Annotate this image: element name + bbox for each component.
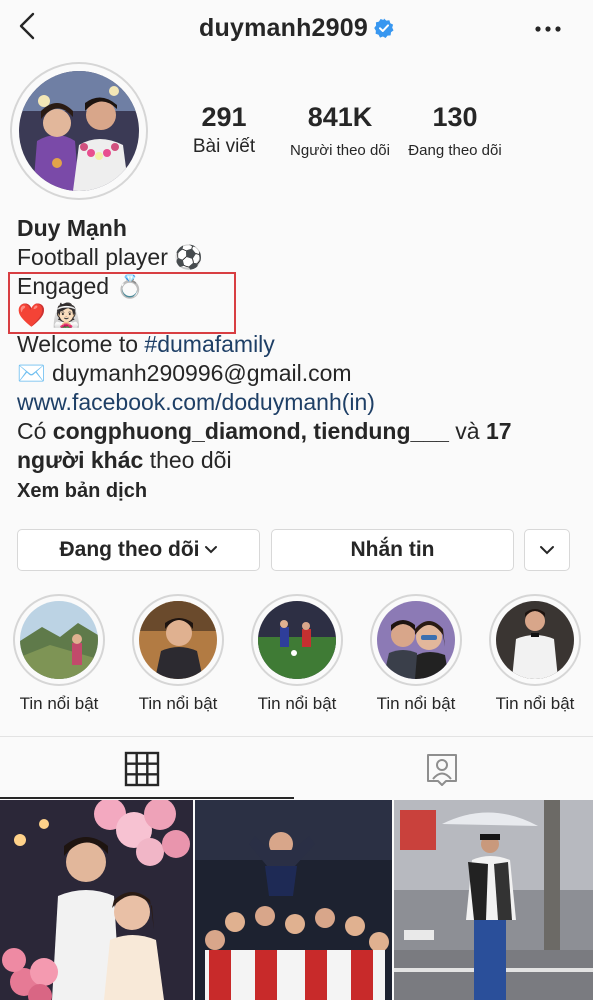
followed-suffix: theo dõi bbox=[143, 447, 232, 473]
profile-bio: Duy Mạnh Football player ⚽ Engaged 💍 ❤️ … bbox=[17, 214, 583, 506]
annotation-box bbox=[8, 272, 236, 334]
followed-count: 17 bbox=[485, 418, 512, 444]
following-count: 130 bbox=[432, 102, 478, 132]
bio-line-football: Football player ⚽ bbox=[17, 243, 583, 272]
tab-grid[interactable] bbox=[124, 751, 160, 792]
message-button[interactable]: Nhắn tin bbox=[271, 529, 514, 571]
bio-line-email: ✉️ duymanh290996@gmail.com bbox=[17, 359, 583, 388]
profile-username-title: duymanh2909 bbox=[0, 14, 593, 45]
highlight-cover bbox=[20, 601, 98, 679]
followed-by-line-1[interactable]: Có congphuong_diamond, tiendung___ và 17 bbox=[17, 417, 583, 446]
more-horizontal-icon bbox=[535, 26, 561, 32]
envelope-icon: ✉️ bbox=[17, 360, 46, 386]
post-thumbnail[interactable] bbox=[195, 800, 392, 1000]
translate-link[interactable]: Xem bản dịch bbox=[17, 477, 583, 506]
display-name: Duy Mạnh bbox=[17, 215, 127, 241]
highlight-label: Tin nổi bật bbox=[376, 694, 456, 713]
post-thumbnail[interactable] bbox=[394, 800, 593, 1000]
welcome-text: Welcome to bbox=[17, 331, 145, 357]
followed-prefix: Có bbox=[17, 418, 53, 444]
highlight-item[interactable]: Tin nổi bật bbox=[12, 594, 106, 714]
highlight-cover bbox=[139, 601, 217, 679]
highlight-ring bbox=[251, 594, 343, 686]
username: duymanh2909 bbox=[199, 14, 368, 42]
post-thumbnail[interactable] bbox=[0, 800, 193, 1000]
active-tab-indicator bbox=[0, 797, 294, 799]
highlight-ring bbox=[370, 594, 462, 686]
tagged-person-icon bbox=[427, 754, 457, 786]
highlight-cover bbox=[258, 601, 336, 679]
stat-posts[interactable]: 291 Bài viết bbox=[182, 102, 266, 160]
following-button-label: Đang theo dõi bbox=[59, 538, 200, 561]
message-button-label: Nhắn tin bbox=[350, 538, 435, 561]
verified-badge-icon bbox=[374, 16, 394, 45]
highlight-item[interactable]: Tin nổi bật bbox=[369, 594, 463, 714]
followers-count: 841K bbox=[307, 102, 373, 132]
bio-football-text: Football player bbox=[17, 244, 168, 270]
highlight-item[interactable]: Tin nổi bật bbox=[131, 594, 225, 714]
highlight-cover bbox=[377, 601, 455, 679]
posts-label: Bài viết bbox=[192, 136, 256, 157]
following-button[interactable]: Đang theo dõi bbox=[17, 529, 260, 571]
highlight-ring bbox=[13, 594, 105, 686]
profile-avatar-ring[interactable] bbox=[10, 62, 148, 200]
highlight-label: Tin nổi bật bbox=[495, 694, 575, 713]
followed-by-line-2[interactable]: người khác theo dõi bbox=[17, 446, 583, 475]
following-label: Đang theo dõi bbox=[408, 142, 502, 159]
website-link[interactable]: www.facebook.com/doduymanh(in) bbox=[17, 388, 583, 417]
highlight-ring bbox=[132, 594, 224, 686]
stat-following[interactable]: 130 Đang theo dõi bbox=[400, 102, 510, 164]
profile-tabs bbox=[0, 736, 593, 800]
soccer-ball-emoji: ⚽ bbox=[174, 244, 203, 270]
followed-and: và bbox=[448, 418, 486, 444]
highlight-label: Tin nổi bật bbox=[19, 694, 99, 713]
email-text[interactable]: duymanh290996@gmail.com bbox=[52, 360, 352, 386]
grid-icon bbox=[124, 751, 160, 787]
profile-avatar bbox=[19, 71, 139, 191]
top-bar: duymanh2909 bbox=[0, 0, 593, 58]
highlight-item[interactable]: Tin nổi bật bbox=[250, 594, 344, 714]
more-options-button[interactable] bbox=[533, 20, 563, 38]
followers-label: Người theo dõi bbox=[290, 142, 390, 159]
hashtag-link[interactable]: #dumafamily bbox=[144, 331, 274, 357]
highlight-item[interactable]: Tin nổi bật bbox=[488, 594, 582, 714]
chevron-down-icon bbox=[540, 546, 554, 555]
suggested-accounts-button[interactable] bbox=[524, 529, 570, 571]
bio-line-welcome: Welcome to #dumafamily bbox=[17, 330, 583, 359]
followed-others: người khác bbox=[17, 447, 144, 473]
stat-followers[interactable]: 841K Người theo dõi bbox=[284, 102, 396, 164]
highlight-label: Tin nổi bật bbox=[138, 694, 218, 713]
tab-tagged[interactable] bbox=[424, 751, 460, 792]
highlight-ring bbox=[489, 594, 581, 686]
highlight-label: Tin nổi bật bbox=[257, 694, 337, 713]
posts-count: 291 bbox=[201, 102, 247, 132]
chevron-down-icon bbox=[204, 546, 217, 554]
highlight-cover bbox=[496, 601, 574, 679]
followed-by-accounts: congphuong_diamond, tiendung___ bbox=[52, 418, 449, 444]
